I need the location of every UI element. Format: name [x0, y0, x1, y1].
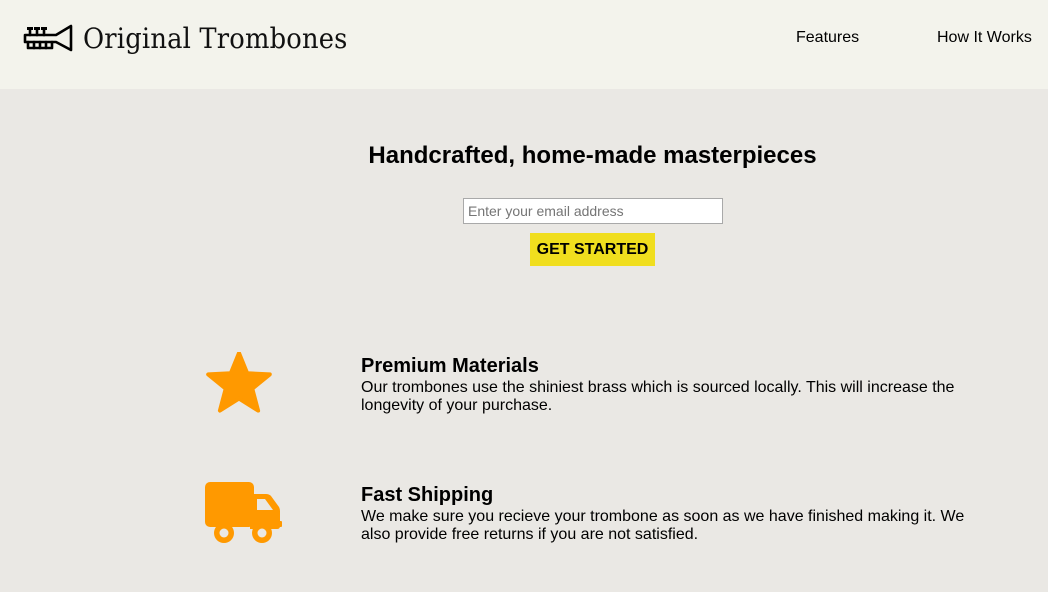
email-input[interactable] [463, 198, 723, 224]
star-icon [206, 352, 272, 413]
feature-description: We make sure you recieve your trombone a… [361, 508, 965, 543]
logo[interactable]: Original Trombones [22, 18, 371, 58]
feature-title: Premium Materials [361, 355, 539, 377]
trumpet-icon [23, 24, 73, 52]
hero-title: Handcrafted, home-made masterpieces [368, 142, 817, 169]
truck-icon [205, 482, 282, 543]
feature-description: Our trombones use the shiniest brass whi… [361, 379, 955, 414]
site-header: Original Trombones Features How It Works [0, 0, 1048, 89]
nav-link-features[interactable]: Features [796, 29, 859, 47]
logo-text: Original Trombones [83, 21, 348, 55]
get-started-button[interactable]: GET STARTED [530, 233, 655, 266]
nav-link-how-it-works[interactable]: How It Works [937, 29, 1032, 47]
feature-title: Fast Shipping [361, 484, 494, 506]
